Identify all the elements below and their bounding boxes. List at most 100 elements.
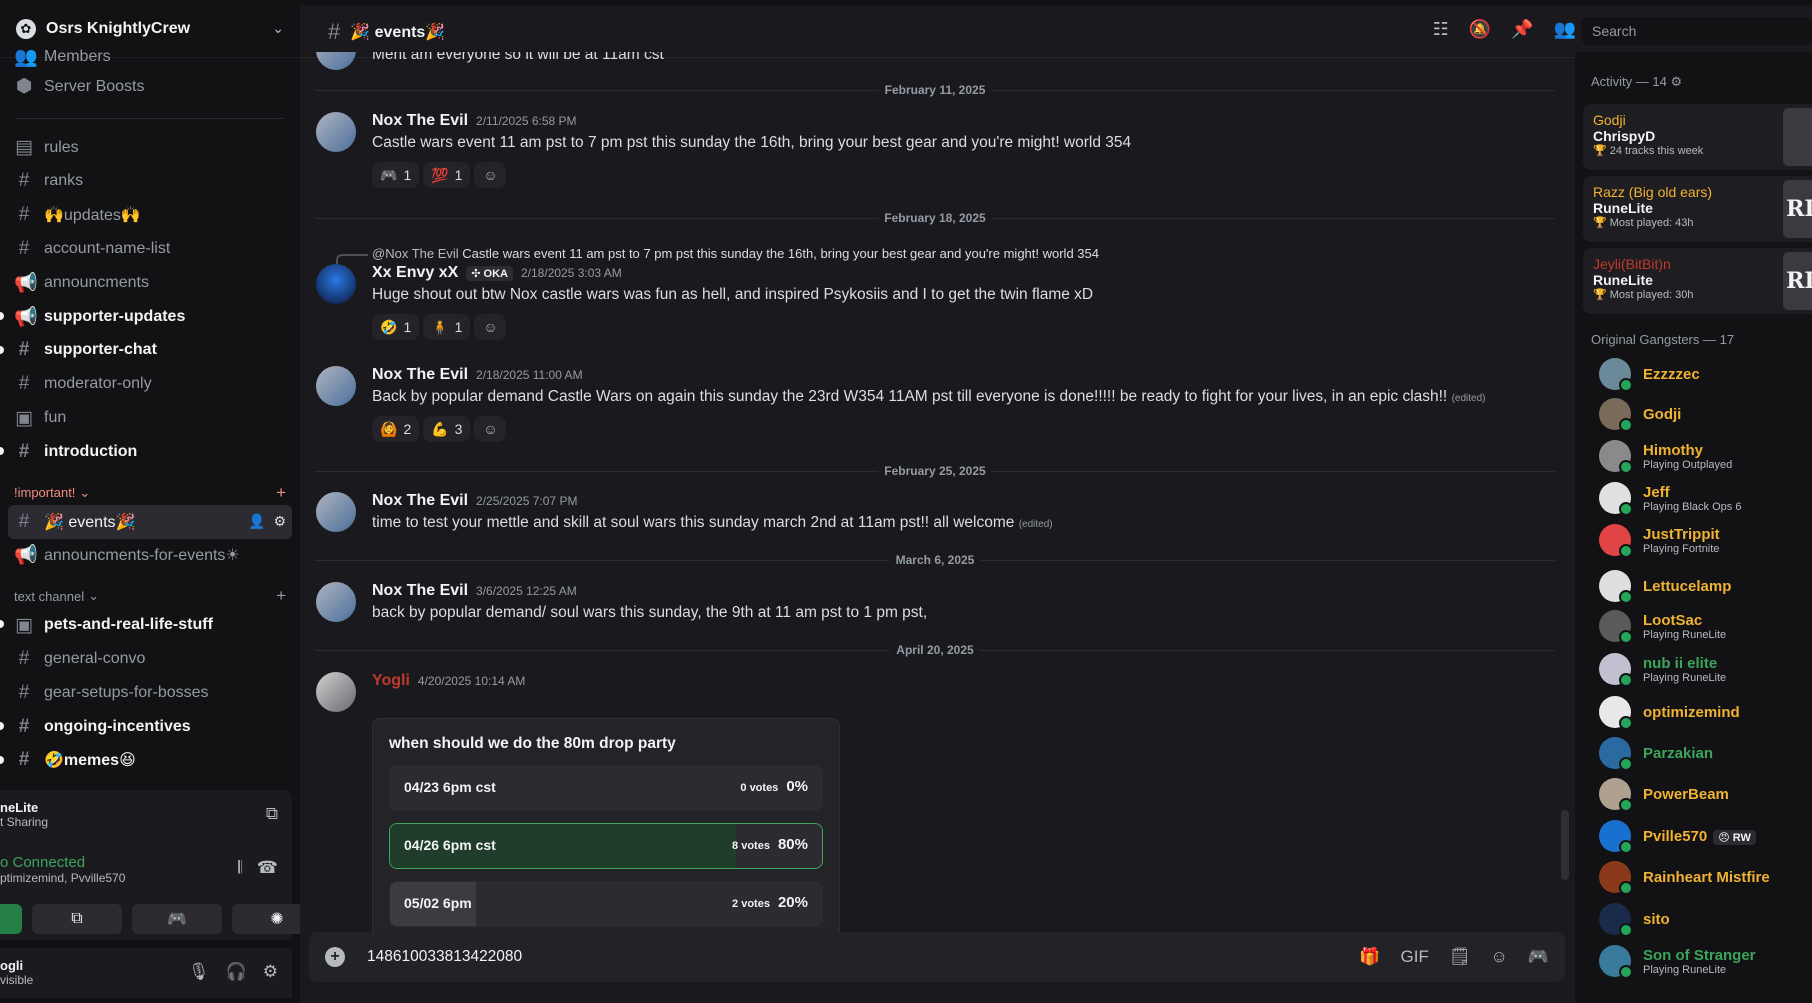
author-name[interactable]: Nox The Evil: [372, 582, 468, 600]
author-name[interactable]: Nox The Evil: [372, 112, 468, 130]
disconnect-icon[interactable]: ☎: [257, 858, 278, 878]
author-name[interactable]: Nox The Evil: [372, 492, 468, 510]
sticker-icon[interactable]: 🗒: [1449, 947, 1471, 967]
message-list[interactable]: Ment am everyone so it will be at 11am c…: [300, 52, 1570, 932]
channel-label: ranks: [44, 172, 84, 190]
member-item[interactable]: Jeff Playing Black Ops 6: [1599, 478, 1741, 518]
member-item[interactable]: JustTrippit Playing Fortnite: [1599, 520, 1720, 560]
channel-introduction[interactable]: # introduction: [0, 435, 300, 469]
search-input[interactable]: Search: [1582, 17, 1812, 45]
emoji-icon[interactable]: ☺: [1490, 947, 1507, 967]
channel-ongoing-incentives[interactable]: # ongoing-incentives: [0, 710, 300, 744]
member-item[interactable]: PowerBeam: [1599, 774, 1729, 814]
microphone-icon[interactable]: 🎙: [188, 962, 210, 982]
member-item[interactable]: Parzakian: [1599, 733, 1713, 773]
channel-pets-and-real-life-stuff[interactable]: ▣ pets-and-real-life-stuff: [0, 608, 300, 642]
member-item[interactable]: Himothy Playing Outplayed: [1599, 436, 1732, 476]
message-composer[interactable]: + 1486100338134220​80 🎁 GIF 🗒 ☺ 🎮: [309, 932, 1565, 982]
noise-suppression-icon[interactable]: 𝄃: [238, 858, 242, 878]
channel-account-name-list[interactable]: # account-name-list: [0, 232, 300, 266]
reaction[interactable]: 🎮 1: [372, 162, 420, 188]
threads-icon[interactable]: ☷: [1433, 19, 1449, 40]
member-item[interactable]: Pville570 😠 RW: [1599, 816, 1756, 856]
add-reaction-button[interactable]: ☺: [474, 416, 507, 442]
headphones-icon[interactable]: 🎧: [226, 962, 247, 982]
poll-option[interactable]: 04/23 6pm cst 0 votes 0%: [389, 765, 823, 811]
poll-option[interactable]: 05/02 6pm 2 votes 20%: [389, 881, 823, 927]
reaction[interactable]: 💯 1: [423, 162, 471, 188]
avatar[interactable]: [316, 366, 356, 406]
member-item[interactable]: Lettucelamp: [1599, 566, 1731, 606]
avatar[interactable]: [316, 492, 356, 532]
gear-icon[interactable]: ⚙: [273, 513, 286, 530]
screen-share-icon[interactable]: ⧉: [266, 804, 278, 824]
reaction[interactable]: 🤣 1: [372, 314, 420, 340]
chevron-down-icon[interactable]: ⌄: [272, 20, 284, 37]
channel-ranks[interactable]: # ranks: [0, 165, 300, 199]
channel-label: supporter-chat: [44, 341, 157, 359]
author-name[interactable]: Xx Envy xX: [372, 264, 458, 282]
channel-gear-setups-for-bosses[interactable]: # gear-setups-for-bosses: [0, 676, 300, 710]
channel-fun[interactable]: ▣ fun: [0, 401, 300, 435]
apps-icon[interactable]: 🎮: [1528, 947, 1549, 967]
poll-option-selected[interactable]: 04/26 6pm cst 8 votes 80%: [389, 823, 823, 869]
reaction[interactable]: 🙆 2: [372, 416, 420, 442]
category-important[interactable]: !important! ⌄ +: [0, 481, 300, 505]
avatar[interactable]: [316, 264, 356, 304]
channel-announcments-for-events[interactable]: 📢 announcments-for-events☀: [0, 539, 300, 573]
channel-events[interactable]: # 🎉 events🎉 👤 ⚙: [8, 504, 292, 539]
message-input[interactable]: 1486100338134220​80: [367, 948, 522, 966]
pin-icon[interactable]: 📌: [1511, 19, 1533, 40]
member-list-icon[interactable]: 👥: [1554, 19, 1576, 40]
author-name[interactable]: Yogli: [372, 672, 410, 690]
member-item[interactable]: Son of Stranger Playing RuneLite: [1599, 941, 1756, 981]
gif-icon[interactable]: GIF: [1401, 947, 1429, 967]
sidebar-item-server-boosts[interactable]: ⬢ Server Boosts: [0, 70, 300, 104]
share-screen-button[interactable]: ⧉: [32, 904, 122, 934]
reaction[interactable]: 🧍 1: [423, 314, 471, 340]
channel-updates[interactable]: # 🙌updates🙌: [0, 198, 300, 232]
notification-icon[interactable]: 🔕: [1469, 19, 1491, 40]
avatar[interactable]: [316, 52, 356, 70]
activity-user: Jeyli(BitBit)n: [1593, 256, 1671, 272]
soundboard-button[interactable]: ✺: [232, 904, 300, 934]
channel-moderator-only[interactable]: # moderator-only: [0, 367, 300, 401]
avatar[interactable]: [316, 112, 356, 152]
category-text-channel[interactable]: text channel ⌄ +: [0, 584, 300, 608]
avatar[interactable]: [316, 582, 356, 622]
member-item[interactable]: sito: [1599, 899, 1670, 939]
channel-announcments[interactable]: 📢 announcments: [0, 266, 300, 300]
channel-rules[interactable]: ▤ rules: [0, 131, 300, 165]
gear-icon[interactable]: ⚙: [263, 962, 278, 982]
gift-icon[interactable]: 🎁: [1359, 947, 1380, 967]
channel-supporter-updates[interactable]: 📢 supporter-updates: [0, 300, 300, 334]
member-item[interactable]: optimizemind: [1599, 692, 1740, 732]
invite-icon[interactable]: 👤: [248, 513, 265, 530]
member-item[interactable]: Godji: [1599, 394, 1681, 434]
reply-preview[interactable]: @Nox The Evil Castle wars event 11 am ps…: [372, 246, 1099, 261]
sidebar-item-members[interactable]: 👥 Members: [0, 44, 300, 70]
camera-button[interactable]: [0, 904, 22, 934]
activities-button[interactable]: 🎮: [132, 904, 222, 934]
channel-supporter-chat[interactable]: # supporter-chat: [0, 334, 300, 368]
member-item[interactable]: LootSac Playing RuneLite: [1599, 606, 1726, 646]
channel-general-convo[interactable]: # general-convo: [0, 642, 300, 676]
member-item[interactable]: Ezzzzec: [1599, 354, 1700, 394]
author-name[interactable]: Nox The Evil: [372, 366, 468, 384]
gear-icon[interactable]: ⚙: [1670, 74, 1682, 89]
member-item[interactable]: Rainheart Mistfire: [1599, 857, 1770, 897]
voice-status[interactable]: o Connected: [0, 854, 292, 871]
add-reaction-button[interactable]: ☺: [474, 314, 507, 340]
avatar[interactable]: [316, 672, 356, 712]
upload-plus-icon[interactable]: +: [325, 947, 345, 967]
add-channel-icon[interactable]: +: [276, 483, 286, 503]
add-channel-icon[interactable]: +: [276, 586, 286, 606]
activity-card[interactable]: Jeyli(BitBit)n RuneLite 🏆 Most played: 3…: [1583, 248, 1812, 314]
add-reaction-button[interactable]: ☺: [474, 162, 507, 188]
member-item[interactable]: nub ii elite Playing RuneLite: [1599, 649, 1726, 689]
channel-memes[interactable]: # 🤣memes😆: [0, 744, 300, 778]
reaction[interactable]: 💪 3: [423, 416, 471, 442]
activity-card[interactable]: Godji ChrispyD 🏆 24 tracks this week: [1583, 104, 1812, 170]
chat-scrollbar[interactable]: [1561, 810, 1569, 880]
activity-card[interactable]: Razz (Big old ears) RuneLite 🏆 Most play…: [1583, 176, 1812, 242]
